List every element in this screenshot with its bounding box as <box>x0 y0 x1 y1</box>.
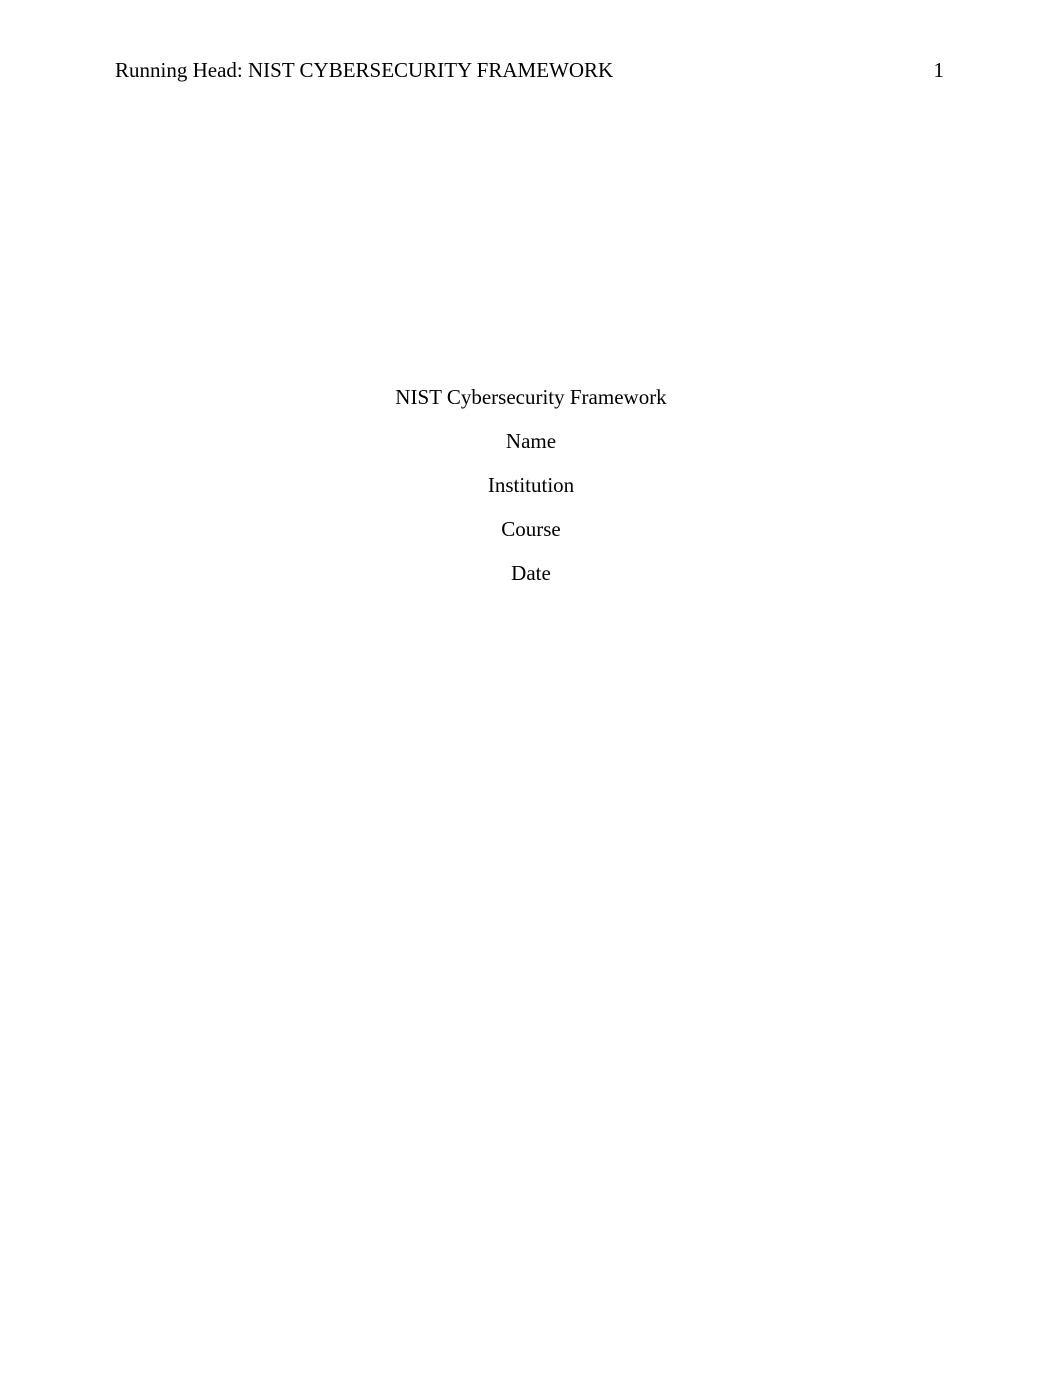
page-number: 1 <box>934 58 948 83</box>
document-title: NIST Cybersecurity Framework <box>115 387 947 408</box>
running-head: Running Head: NIST CYBERSECURITY FRAMEWO… <box>115 58 613 83</box>
page-header: Running Head: NIST CYBERSECURITY FRAMEWO… <box>115 58 947 83</box>
document-page: Running Head: NIST CYBERSECURITY FRAMEWO… <box>0 0 1062 1377</box>
course-field: Course <box>115 519 947 540</box>
date-field: Date <box>115 563 947 584</box>
author-name-field: Name <box>115 431 947 452</box>
title-block: NIST Cybersecurity Framework Name Instit… <box>115 387 947 584</box>
institution-field: Institution <box>115 475 947 496</box>
